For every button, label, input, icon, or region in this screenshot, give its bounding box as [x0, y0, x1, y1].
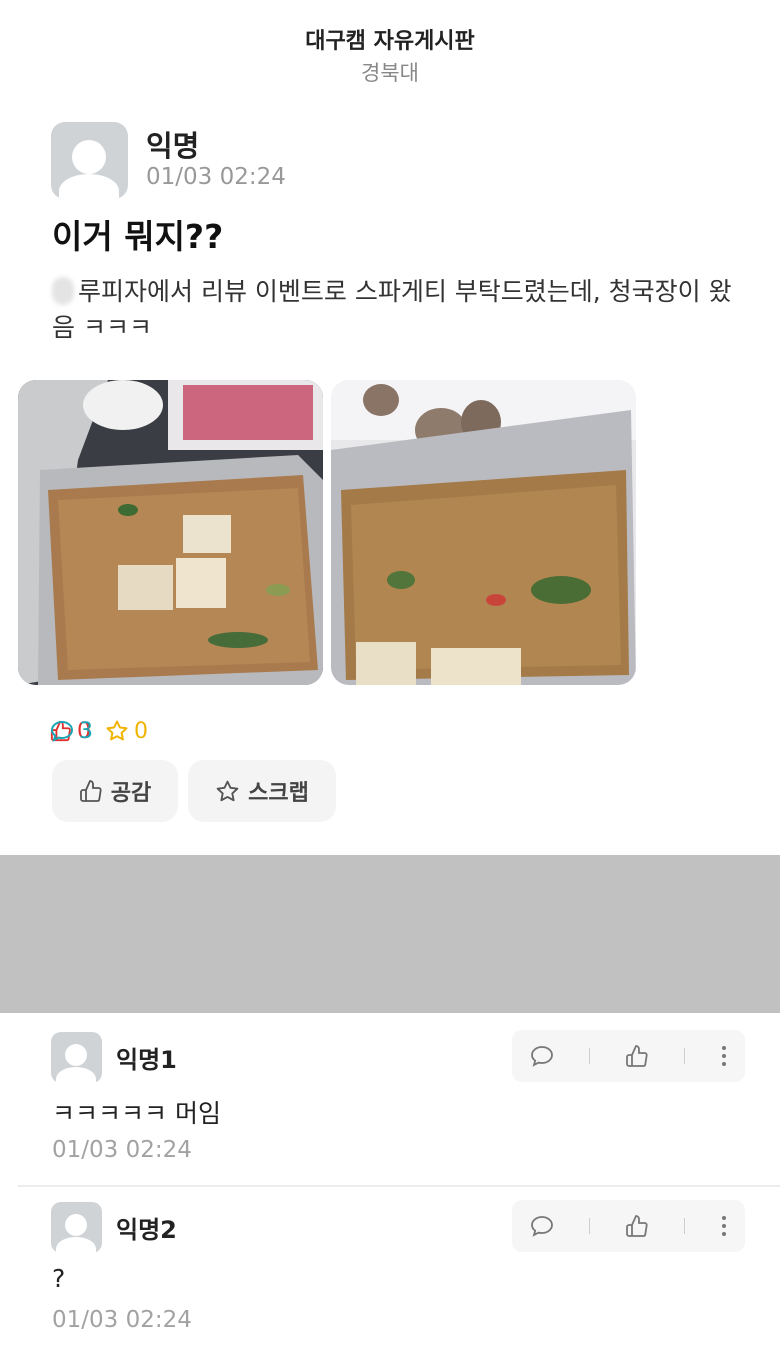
separator [588, 1048, 590, 1064]
more-vertical-icon[interactable] [720, 1214, 728, 1238]
comment-count: 3 [50, 719, 780, 744]
thumbs-up-icon[interactable] [625, 1044, 649, 1068]
comment-bubble-icon [50, 720, 74, 742]
post-author-avatar [51, 122, 128, 199]
comment-avatar [51, 1202, 102, 1253]
comment-toolbar [512, 1030, 745, 1082]
reply-icon[interactable] [530, 1215, 554, 1237]
thumbs-up-icon[interactable] [625, 1214, 649, 1238]
separator [683, 1218, 685, 1234]
scrap-button-label: 스크랩 [248, 781, 309, 806]
separator [588, 1218, 590, 1234]
comment-text: ? [52, 1264, 66, 1293]
comment-timestamp: 01/03 02:24 [52, 1137, 192, 1163]
comment-divider [18, 1185, 780, 1187]
star-icon [216, 780, 239, 801]
comment-toolbar [512, 1200, 745, 1252]
comment-avatar [51, 1032, 102, 1083]
post-stats: 0 3 0 [50, 716, 162, 746]
like-button-label: 공감 [110, 781, 152, 806]
comment-text: ㅋㅋㅋㅋㅋ 머임 [52, 1099, 221, 1128]
scrap-button[interactable]: 스크랩 [188, 760, 336, 822]
post-author-name: 익명 [146, 129, 200, 163]
post-title: 이거 뭐지?? [52, 217, 224, 256]
board-title: 대구캠 자유게시판 [305, 29, 475, 54]
board-header: 대구캠 자유게시판 경북대 [0, 26, 780, 88]
comment-timestamp: 01/03 02:24 [52, 1307, 192, 1333]
separator [683, 1048, 685, 1064]
ad-placeholder [0, 855, 780, 1013]
comment-author: 익명1 [116, 1046, 177, 1074]
blurred-text [52, 277, 74, 305]
post-image-2[interactable] [331, 380, 636, 685]
school-name: 경북대 [361, 61, 419, 85]
reply-icon[interactable] [530, 1045, 554, 1067]
post-body: 루피자에서 리뷰 이벤트로 스파게티 부탁드렸는데, 청국장이 왔음 ㅋㅋㅋ [52, 274, 752, 346]
more-vertical-icon[interactable] [720, 1044, 728, 1068]
thumbs-up-icon [79, 780, 102, 802]
comment-count-value: 3 [79, 718, 93, 744]
comment-author: 익명2 [116, 1216, 177, 1244]
like-button[interactable]: 공감 [52, 760, 178, 822]
post-image-1[interactable] [18, 380, 323, 685]
post-body-text: 루피자에서 리뷰 이벤트로 스파게티 부탁드렸는데, 청국장이 왔음 ㅋㅋㅋ [52, 277, 732, 342]
post-timestamp: 01/03 02:24 [146, 164, 286, 190]
